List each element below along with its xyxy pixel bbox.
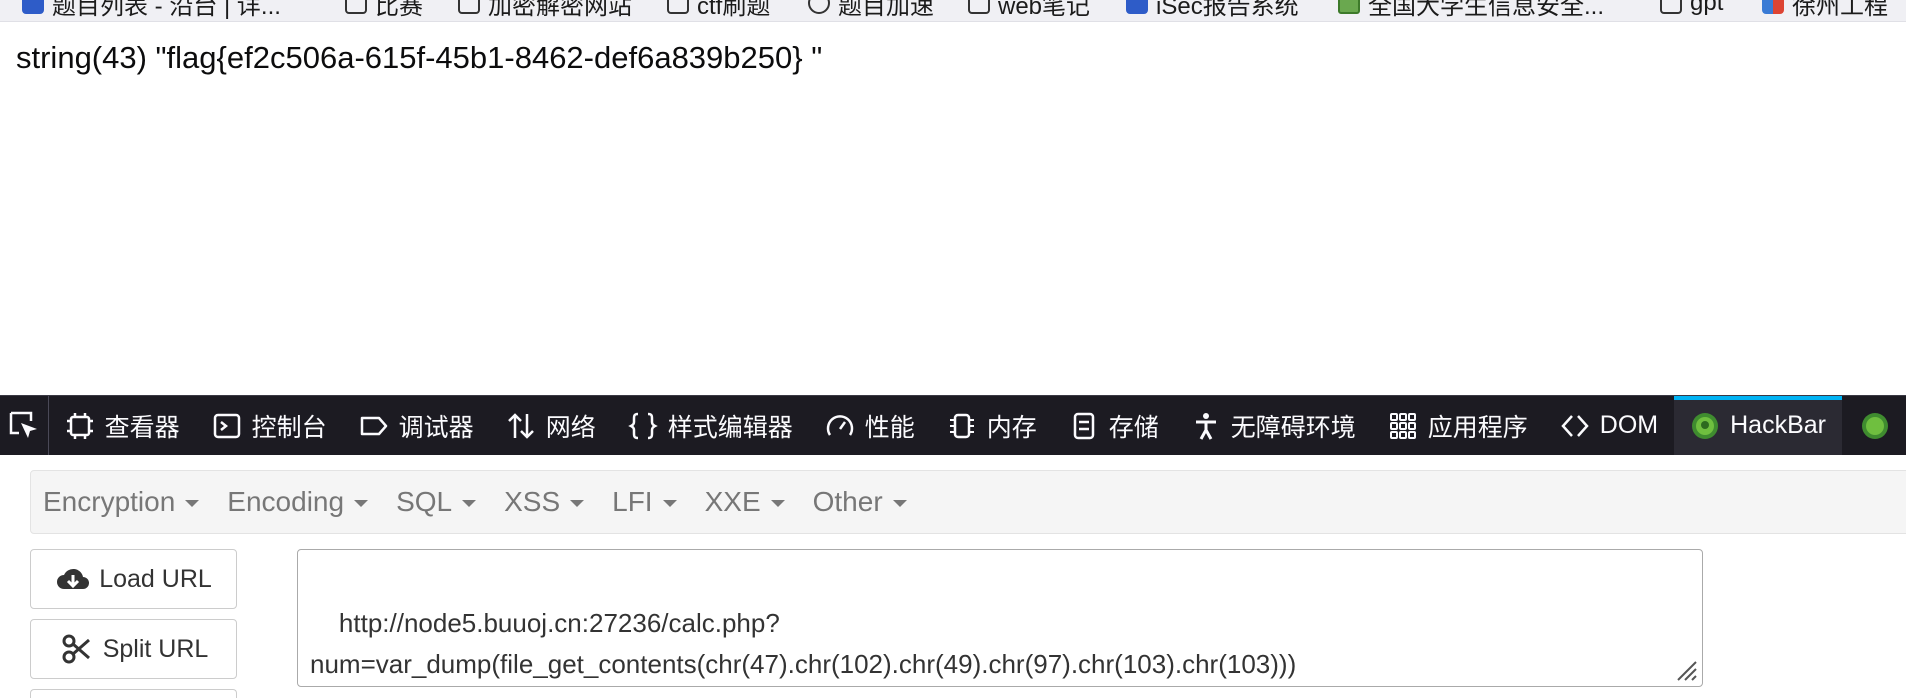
scissors-icon (62, 634, 90, 664)
menu-sql[interactable]: SQL (392, 486, 500, 518)
bookmark-item[interactable]: 加密解密网站 (458, 0, 632, 20)
x-logo-icon (22, 0, 44, 14)
split-url-button[interactable]: Split URL (30, 619, 237, 679)
globe-icon (808, 0, 830, 14)
style-editor-icon (627, 411, 658, 441)
tab-performance[interactable]: 性能 (809, 396, 931, 455)
folder-icon (1660, 0, 1682, 14)
caret-down-icon (354, 500, 369, 507)
caret-down-icon (892, 500, 907, 507)
tab-inspector[interactable]: 查看器 (49, 396, 196, 455)
caret-down-icon (770, 500, 785, 507)
bookmark-item[interactable]: iSec报告系统 (1126, 0, 1299, 20)
debugger-icon (359, 411, 389, 441)
caret-down-icon (570, 500, 585, 507)
site-icon (1762, 0, 1784, 14)
page-output-text: string(43) "flag{ef2c506a-615f-45b1-8462… (16, 40, 823, 75)
folder-icon (968, 0, 990, 14)
hackbar-menubar: Encryption Encoding SQL XSS LFI XXE Othe… (30, 470, 1906, 534)
site-icon (1126, 0, 1148, 14)
tab-dom[interactable]: DOM (1544, 396, 1674, 455)
element-picker-icon (9, 411, 37, 438)
caret-down-icon (662, 500, 677, 507)
execute-button[interactable] (30, 689, 237, 698)
hackbar-panel: Encryption Encoding SQL XSS LFI XXE Othe… (0, 455, 1906, 698)
menu-xss[interactable]: XSS (500, 486, 608, 518)
site-icon (1338, 0, 1360, 14)
tab-hackbar[interactable]: HackBar (1674, 396, 1842, 455)
tab-accessibility[interactable]: 无障碍环境 (1175, 396, 1372, 455)
dom-icon (1560, 411, 1590, 441)
url-textarea[interactable]: http://node5.buuoj.cn:27236/calc.php? nu… (297, 549, 1703, 687)
folder-icon (458, 0, 480, 14)
tab-style-editor[interactable]: 样式编辑器 (612, 396, 809, 455)
folder-icon (345, 0, 367, 14)
bookmark-item[interactable]: ctf刷题 (667, 0, 770, 20)
caret-down-icon (462, 500, 477, 507)
performance-icon (825, 411, 855, 441)
tab-debugger[interactable]: 调试器 (343, 396, 490, 455)
menu-lfi[interactable]: LFI (608, 486, 700, 518)
caret-down-icon (185, 500, 200, 507)
hackbar-icon (1690, 411, 1720, 441)
bookmarks-toolbar: 题目列表 - 沿台 | 详... 比赛 加密解密网站 ctf刷题 题目加速 we… (0, 0, 1906, 22)
tab-extension[interactable] (1842, 396, 1906, 455)
bookmark-item[interactable]: 比赛 (345, 0, 423, 20)
bookmark-item[interactable]: 题目列表 - 沿台 | 详... (22, 0, 281, 20)
bookmark-item[interactable]: web笔记 (968, 0, 1090, 20)
resize-grip-icon[interactable] (1672, 656, 1698, 682)
bookmark-item[interactable]: 全国大学生信息安全... (1338, 0, 1604, 20)
folder-icon (667, 0, 689, 14)
tab-storage[interactable]: 存储 (1053, 396, 1175, 455)
bookmark-item[interactable]: 题目加速 (808, 0, 934, 20)
console-icon (212, 411, 242, 441)
cloud-download-icon (57, 568, 90, 589)
network-icon (506, 411, 536, 441)
inspector-icon (65, 411, 95, 441)
menu-encoding[interactable]: Encoding (223, 486, 392, 518)
application-icon (1388, 411, 1418, 441)
tab-application[interactable]: 应用程序 (1372, 396, 1544, 455)
bookmark-item[interactable]: gpt (1660, 0, 1723, 18)
devtools-toolbar: 查看器 控制台 调试器 网络 样式编辑器 性能 内存 存储 无障碍环境 应用程序… (0, 395, 1906, 455)
bookmark-item[interactable]: 徐州工程 (1762, 0, 1888, 20)
tab-console[interactable]: 控制台 (196, 396, 343, 455)
accessibility-icon (1191, 411, 1221, 441)
menu-other[interactable]: Other (809, 486, 931, 518)
extension-icon (1860, 411, 1890, 441)
tab-network[interactable]: 网络 (490, 396, 612, 455)
menu-encryption[interactable]: Encryption (39, 486, 223, 518)
element-picker-button[interactable] (0, 396, 49, 455)
storage-icon (1069, 411, 1099, 441)
memory-icon (947, 411, 977, 441)
tab-memory[interactable]: 内存 (931, 396, 1053, 455)
menu-xxe[interactable]: XXE (701, 486, 809, 518)
load-url-button[interactable]: Load URL (30, 549, 237, 609)
